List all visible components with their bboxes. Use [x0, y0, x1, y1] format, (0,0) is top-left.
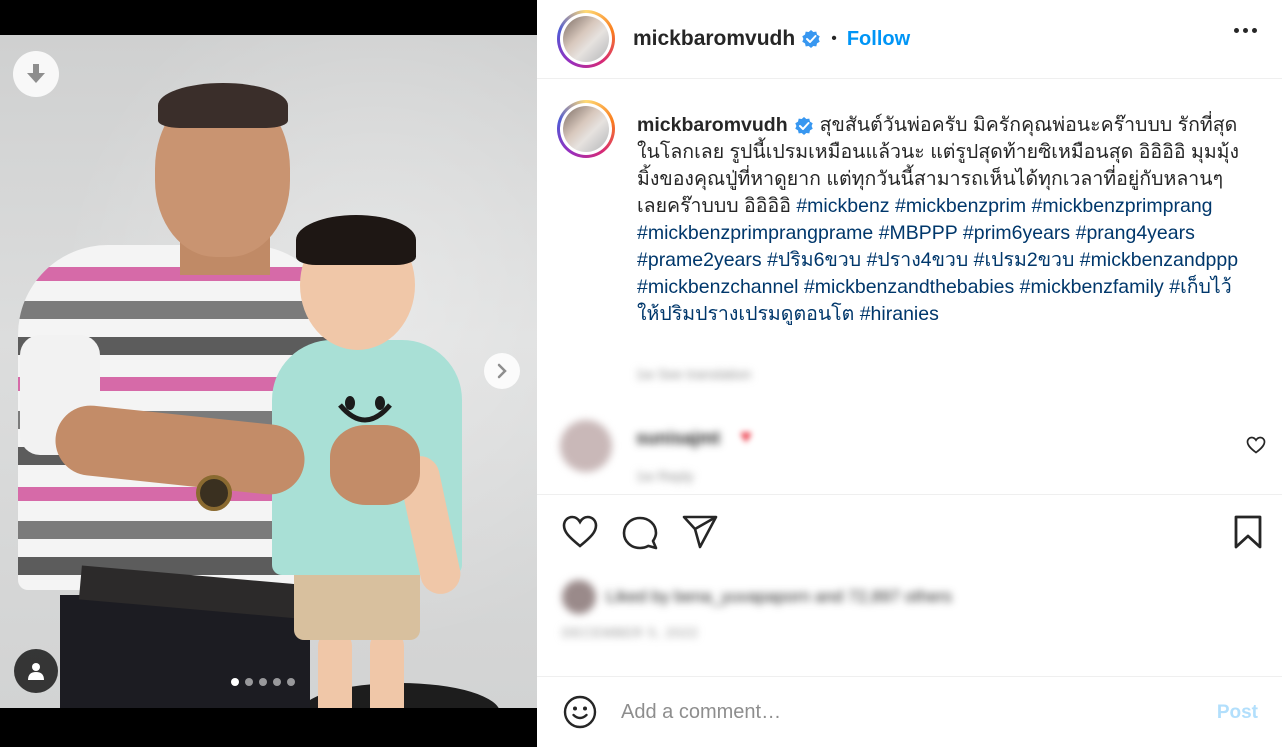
hashtag-link[interactable]: #prame2years: [637, 249, 762, 271]
comment-meta: 1w Reply: [636, 468, 694, 484]
carousel-dots: [231, 678, 295, 686]
comment-item: sunisajmt ♥ 1w Reply: [560, 420, 1266, 484]
hashtag-link[interactable]: #mickbenzandppp: [1080, 249, 1238, 271]
comment-like-heart-icon[interactable]: [1246, 436, 1266, 454]
header-separator: •: [831, 30, 837, 47]
comment-heart-emoji: ♥: [740, 426, 752, 448]
caption-avatar[interactable]: [557, 100, 615, 158]
post-media: [0, 0, 537, 747]
carousel-dot: [287, 678, 295, 686]
hashtag-link[interactable]: #mickbenzandthebabies: [804, 276, 1014, 298]
liked-by-text[interactable]: Liked by bena_yuvapaporn and 72,897 othe…: [606, 587, 952, 607]
verified-badge-icon: [802, 30, 820, 49]
caption-username[interactable]: mickbaromvudh: [637, 114, 788, 136]
bookmark-icon[interactable]: [1234, 515, 1262, 549]
hashtag-link[interactable]: #mickbenzprimprangprame: [637, 222, 873, 244]
hashtag-link[interactable]: #mickbenz: [796, 195, 889, 217]
verified-badge-icon: [794, 116, 813, 135]
download-button[interactable]: [13, 51, 59, 97]
user-icon: [28, 663, 44, 680]
hashtag-link[interactable]: #mickbenzchannel: [637, 276, 799, 298]
like-heart-icon[interactable]: [562, 515, 598, 549]
hashtag-link[interactable]: #mickbenzprim: [895, 195, 1026, 217]
post-photo[interactable]: [0, 35, 537, 708]
post-date: DECEMBER 5, 2022: [562, 625, 699, 640]
hashtag-link[interactable]: #mickbenzfamily: [1020, 276, 1164, 298]
comment-username[interactable]: sunisajmt: [636, 428, 720, 449]
liked-by[interactable]: Liked by bena_yuvapaporn and 72,897 othe…: [562, 580, 952, 614]
comment-bubble-icon[interactable]: [622, 515, 658, 551]
carousel-dot: [231, 678, 239, 686]
follow-button[interactable]: Follow: [847, 28, 910, 51]
comment-composer: Post: [537, 676, 1282, 747]
liked-by-avatar: [562, 580, 596, 614]
hashtag-link[interactable]: #prim6years: [963, 222, 1070, 244]
hashtag-link[interactable]: #prang4years: [1076, 222, 1195, 244]
hashtag-link[interactable]: #mickbenzprimprang: [1032, 195, 1213, 217]
carousel-dot: [245, 678, 253, 686]
hashtag-link[interactable]: #ปริม6ขวบ: [767, 249, 861, 271]
comment-input[interactable]: [621, 695, 1181, 729]
avatar[interactable]: [557, 10, 615, 68]
header-username-text[interactable]: mickbaromvudh: [633, 27, 795, 50]
header-username[interactable]: mickbaromvudh: [633, 27, 821, 51]
share-send-icon[interactable]: [682, 515, 718, 549]
arrow-down-icon: [27, 64, 45, 83]
commenter-avatar[interactable]: [560, 420, 612, 472]
tagged-users-button[interactable]: [14, 649, 58, 693]
caption-text: mickbaromvudh สุขสันต์วันพ่อครับ มิครักค…: [637, 112, 1247, 328]
photo-watch: [196, 475, 232, 511]
more-options-icon[interactable]: [1234, 28, 1257, 33]
carousel-next-button[interactable]: [484, 353, 520, 389]
carousel-dot: [259, 678, 267, 686]
hashtag-link[interactable]: #ปราง4ขวบ: [867, 249, 969, 271]
post-comment-button[interactable]: Post: [1217, 702, 1258, 724]
post-header: mickbaromvudh • Follow: [537, 0, 1282, 79]
post-actions: [562, 515, 1267, 555]
hashtag-link[interactable]: #hiranies: [860, 303, 939, 325]
carousel-dot: [273, 678, 281, 686]
emoji-smiley-icon[interactable]: [563, 695, 597, 729]
hashtag-link[interactable]: #MBPPP: [879, 222, 958, 244]
caption-meta: 1w See translation: [636, 366, 752, 382]
hashtag-link[interactable]: #เปรม2ขวบ: [974, 249, 1075, 271]
chevron-right-icon: [497, 363, 507, 379]
